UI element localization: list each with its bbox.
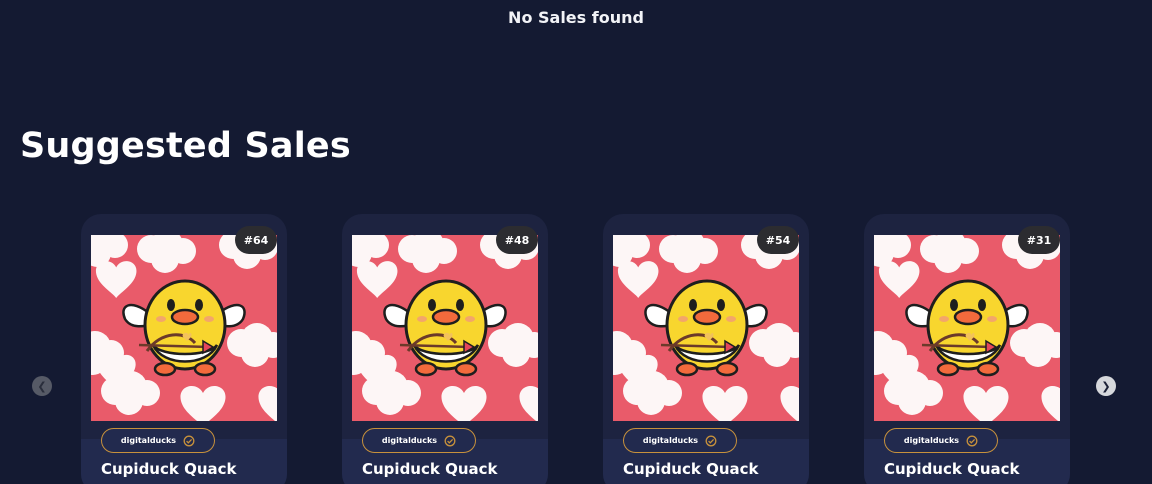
chevron-left-icon: ❮ <box>37 379 47 393</box>
nft-image[interactable] <box>352 235 538 421</box>
nft-image[interactable] <box>91 235 277 421</box>
collection-pill[interactable]: digitalducks <box>623 428 737 453</box>
collection-name: digitalducks <box>381 436 438 445</box>
card-title[interactable]: Cupiduck Quack <box>101 460 237 478</box>
token-id-badge: #64 <box>235 226 277 254</box>
no-sales-message: No Sales found <box>508 8 644 27</box>
nft-card[interactable]: #31 digitalducks Cupiduck Quack <box>864 214 1070 484</box>
collection-name: digitalducks <box>120 436 177 445</box>
nft-image[interactable] <box>613 235 799 421</box>
collection-pill[interactable]: digitalducks <box>362 428 476 453</box>
token-id-badge: #48 <box>496 226 538 254</box>
token-id-badge: #31 <box>1018 226 1060 254</box>
collection-name: digitalducks <box>903 436 960 445</box>
token-id-badge: #54 <box>757 226 799 254</box>
card-title[interactable]: Cupiduck Quack <box>884 460 1020 478</box>
verified-check-icon <box>183 435 195 446</box>
verified-check-icon <box>705 435 717 446</box>
nft-card[interactable]: #54 digitalducks Cupiduck Quack <box>603 214 809 484</box>
collection-pill[interactable]: digitalducks <box>884 428 998 453</box>
verified-check-icon <box>966 435 978 446</box>
collection-name: digitalducks <box>642 436 699 445</box>
verified-check-icon <box>444 435 456 446</box>
chevron-right-icon: ❯ <box>1101 379 1111 393</box>
card-title[interactable]: Cupiduck Quack <box>623 460 759 478</box>
card-title[interactable]: Cupiduck Quack <box>362 460 498 478</box>
nft-card[interactable]: #48 digitalducks Cupiduck Quack <box>342 214 548 484</box>
carousel-next-button[interactable]: ❯ <box>1096 376 1116 396</box>
collection-pill[interactable]: digitalducks <box>101 428 215 453</box>
section-title: Suggested Sales <box>20 126 351 166</box>
carousel-prev-button[interactable]: ❮ <box>32 376 52 396</box>
nft-image[interactable] <box>874 235 1060 421</box>
nft-card[interactable]: #64 digitalducks Cupiduck Quack <box>81 214 287 484</box>
